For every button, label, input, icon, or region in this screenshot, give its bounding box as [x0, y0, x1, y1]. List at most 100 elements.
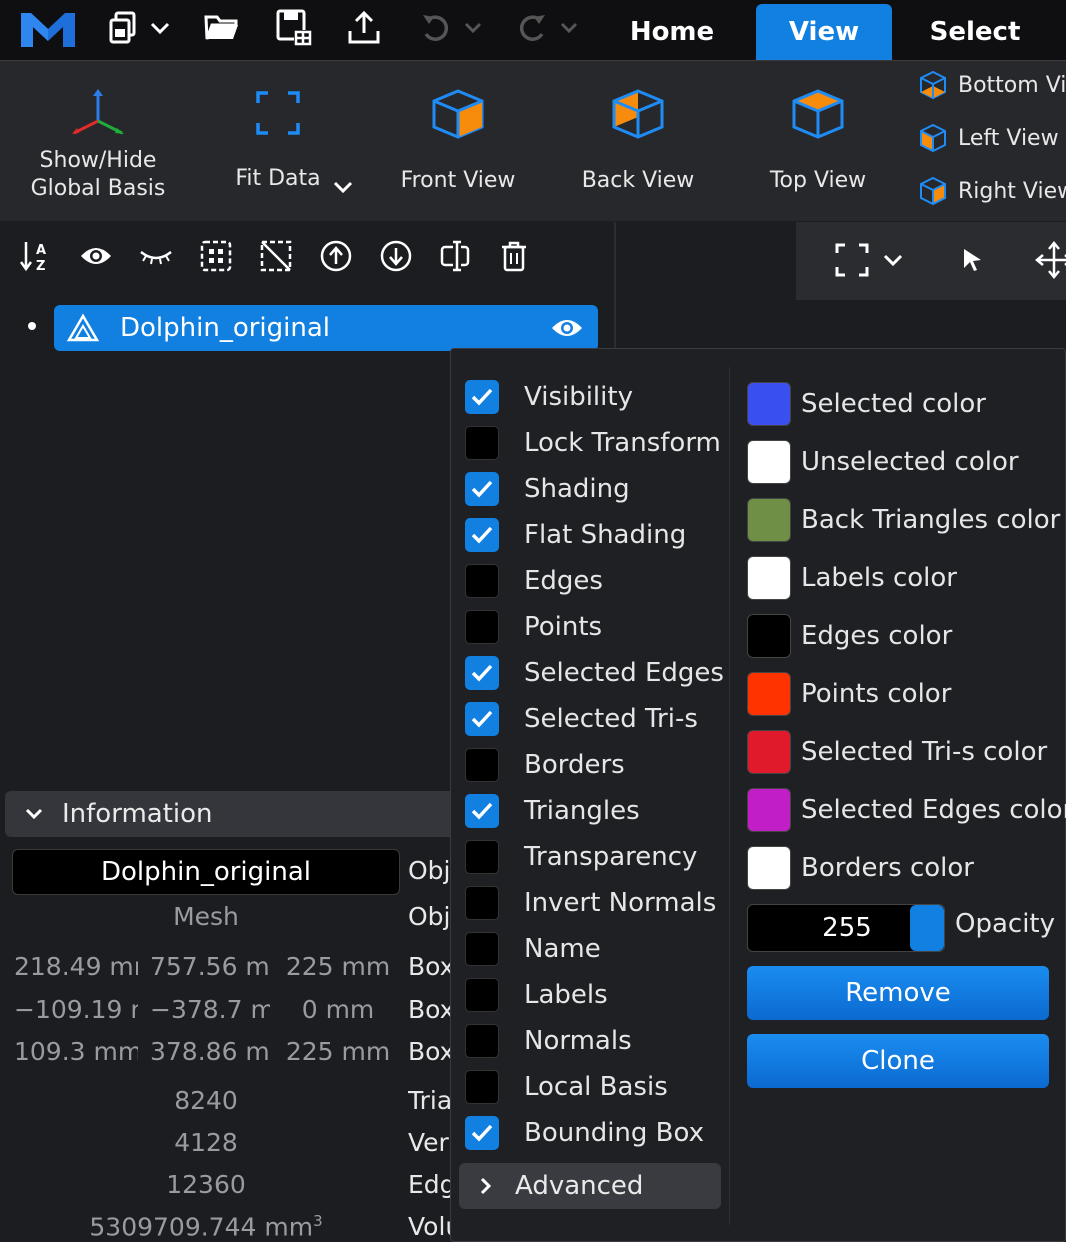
open-folder-icon[interactable]: [202, 8, 242, 48]
color-swatch[interactable]: [747, 498, 791, 542]
checkbox[interactable]: [465, 564, 499, 598]
checkbox-row[interactable]: Selected Tri-s: [465, 699, 698, 739]
checkbox-row[interactable]: Labels: [465, 975, 608, 1015]
show-hide-global-basis-button[interactable]: Show/Hide Global Basis: [20, 87, 176, 203]
hide-all-eye-closed-icon[interactable]: [136, 236, 176, 276]
checkbox-row[interactable]: Triangles: [465, 791, 640, 831]
app-logo-icon[interactable]: [18, 6, 78, 50]
sort-az-icon[interactable]: AZ: [16, 236, 56, 276]
checkbox-row[interactable]: Flat Shading: [465, 515, 686, 555]
checkbox-row[interactable]: Normals: [465, 1021, 632, 1061]
move-up-icon[interactable]: [316, 236, 356, 276]
chevron-down-icon[interactable]: [556, 8, 582, 48]
checkbox-row[interactable]: Transparency: [465, 837, 697, 877]
checkbox[interactable]: [465, 426, 499, 460]
information-section-header[interactable]: Information: [5, 791, 460, 837]
bottom-view-label: Bottom View: [958, 72, 1066, 98]
chevron-down-icon[interactable]: [332, 179, 354, 198]
left-view-button[interactable]: Left View: [918, 118, 1059, 158]
checkbox[interactable]: [465, 794, 499, 828]
color-swatch[interactable]: [747, 440, 791, 484]
tab-home[interactable]: Home: [600, 4, 744, 60]
checkbox[interactable]: [465, 978, 499, 1012]
color-row[interactable]: Unselected color: [747, 439, 1019, 485]
select-all-icon[interactable]: [196, 236, 236, 276]
chevron-down-icon[interactable]: [878, 238, 908, 282]
checkbox[interactable]: [465, 1116, 499, 1150]
clone-button[interactable]: Clone: [747, 1034, 1049, 1088]
left-view-label: Left View: [958, 125, 1059, 151]
right-view-button[interactable]: Right View: [918, 171, 1066, 211]
bottom-view-button[interactable]: Bottom View: [918, 65, 1066, 105]
checkbox-row[interactable]: Points: [465, 607, 602, 647]
color-swatch[interactable]: [747, 614, 791, 658]
deselect-all-icon[interactable]: [256, 236, 296, 276]
front-view-button[interactable]: Front View: [396, 87, 520, 195]
show-all-eye-icon[interactable]: [76, 236, 116, 276]
select-pointer-icon[interactable]: [950, 238, 994, 282]
tab-view[interactable]: View: [756, 4, 892, 60]
color-swatch[interactable]: [747, 556, 791, 600]
rename-icon[interactable]: [436, 236, 476, 276]
checkbox-row[interactable]: Selected Edges: [465, 653, 724, 693]
checkbox[interactable]: [465, 380, 499, 414]
checkbox-row[interactable]: Edges: [465, 561, 603, 601]
checkbox-row[interactable]: Name: [465, 929, 601, 969]
checkbox[interactable]: [465, 518, 499, 552]
opacity-input[interactable]: 255: [747, 904, 945, 952]
checkbox[interactable]: [465, 886, 499, 920]
checkbox[interactable]: [465, 840, 499, 874]
checkbox-row[interactable]: Invert Normals: [465, 883, 716, 923]
color-row[interactable]: Back Triangles color: [747, 497, 1060, 543]
fit-data-button[interactable]: Fit Data: [228, 89, 328, 193]
chevron-down-icon[interactable]: [146, 8, 174, 48]
color-swatch[interactable]: [747, 672, 791, 716]
export-icon[interactable]: [344, 8, 384, 48]
checkbox[interactable]: [465, 472, 499, 506]
checkbox-row[interactable]: Borders: [465, 745, 625, 785]
visibility-eye-icon[interactable]: [550, 316, 584, 340]
checkbox[interactable]: [465, 656, 499, 690]
redo-icon[interactable]: [514, 8, 550, 48]
checkbox[interactable]: [465, 932, 499, 966]
checkbox[interactable]: [465, 702, 499, 736]
color-row[interactable]: Points color: [747, 671, 951, 717]
move-arrows-icon[interactable]: [1032, 238, 1066, 282]
color-row[interactable]: Selected color: [747, 381, 986, 427]
color-row[interactable]: Labels color: [747, 555, 957, 601]
color-swatch[interactable]: [747, 382, 791, 426]
move-down-icon[interactable]: [376, 236, 416, 276]
chevron-down-icon[interactable]: [460, 8, 486, 48]
delete-trash-icon[interactable]: [494, 236, 534, 276]
scene-tree-item[interactable]: Dolphin_original: [54, 305, 598, 351]
checkbox[interactable]: [465, 1024, 499, 1058]
new-document-icon[interactable]: [106, 8, 142, 48]
color-row[interactable]: Edges color: [747, 613, 952, 659]
back-view-button[interactable]: Back View: [578, 87, 698, 195]
checkbox-row[interactable]: Shading: [465, 469, 630, 509]
checkbox[interactable]: [465, 1070, 499, 1104]
checkbox-row[interactable]: Lock Transform: [465, 423, 721, 463]
checkbox[interactable]: [465, 610, 499, 644]
checkbox-label: Local Basis: [524, 1072, 668, 1102]
checkbox-row[interactable]: Visibility: [465, 377, 633, 417]
save-as-icon[interactable]: [272, 8, 316, 48]
color-swatch[interactable]: [747, 730, 791, 774]
checkbox-row[interactable]: Bounding Box: [465, 1113, 704, 1153]
opacity-slider-handle[interactable]: [910, 905, 944, 951]
remove-button[interactable]: Remove: [747, 966, 1049, 1020]
checkbox-row[interactable]: Local Basis: [465, 1067, 668, 1107]
color-swatch[interactable]: [747, 788, 791, 832]
color-row[interactable]: Borders color: [747, 845, 974, 891]
vertices-count: 4128: [174, 1128, 238, 1157]
tab-select[interactable]: Select: [906, 4, 1044, 60]
undo-icon[interactable]: [418, 8, 454, 48]
object-name-field[interactable]: Dolphin_original: [12, 849, 400, 895]
top-view-button[interactable]: Top View: [766, 87, 870, 195]
color-swatch[interactable]: [747, 846, 791, 890]
color-row[interactable]: Selected Edges color: [747, 787, 1066, 833]
viewport-fit-icon[interactable]: [830, 238, 874, 282]
checkbox[interactable]: [465, 748, 499, 782]
color-row[interactable]: Selected Tri-s color: [747, 729, 1047, 775]
advanced-section-header[interactable]: Advanced: [459, 1163, 721, 1209]
